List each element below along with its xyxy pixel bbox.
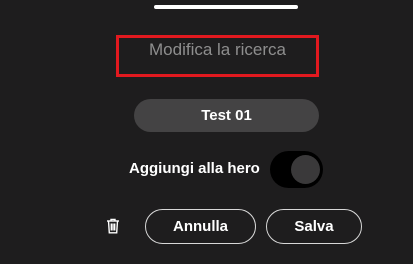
search-name-value: Test 01: [201, 107, 252, 124]
trash-icon[interactable]: [106, 218, 120, 234]
add-to-hero-label: Aggiungi alla hero: [129, 160, 260, 177]
edit-search-sheet: Modifica la ricerca Test 01 Aggiungi all…: [0, 0, 413, 264]
title-highlight-box: Modifica la ricerca: [116, 35, 319, 77]
save-button[interactable]: Salva: [266, 209, 362, 244]
cancel-button[interactable]: Annulla: [145, 209, 256, 244]
sheet-title: Modifica la ricerca: [149, 40, 286, 59]
search-name-field[interactable]: Test 01: [134, 99, 319, 132]
toggle-knob: [291, 155, 320, 184]
add-to-hero-toggle[interactable]: [270, 151, 323, 188]
sheet-grab-handle[interactable]: [154, 5, 298, 9]
